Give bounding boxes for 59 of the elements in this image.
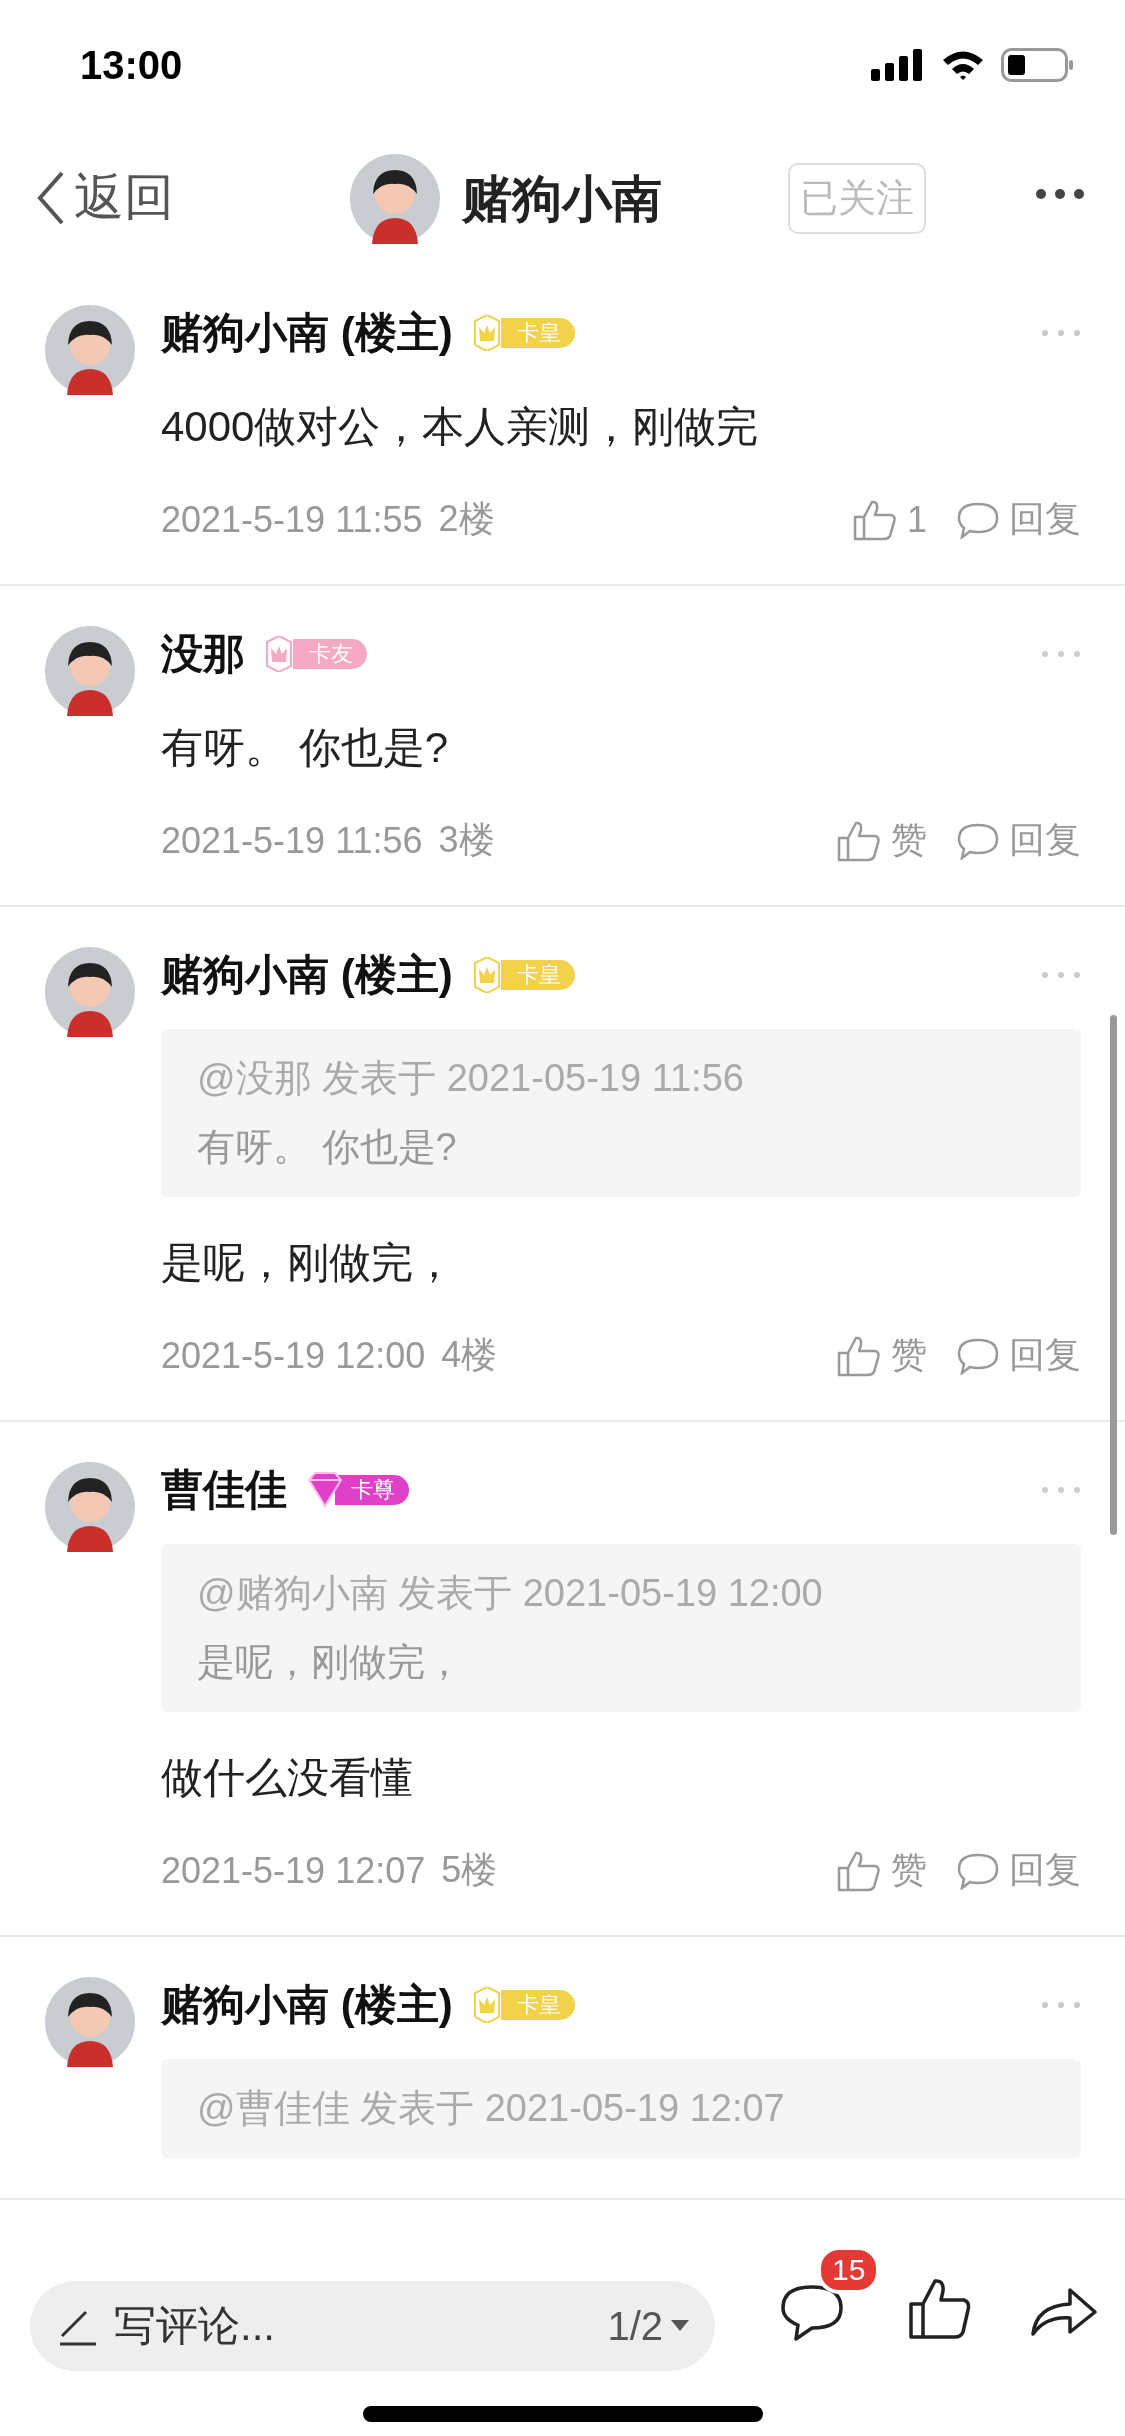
follow-button[interactable]: 已关注: [788, 163, 926, 234]
comment-text: 做什么没看懂: [161, 1753, 414, 1803]
like-button[interactable]: 赞: [837, 816, 927, 865]
quote-meta: @没那 发表于 2021-05-19 11:56: [197, 1056, 745, 1101]
share-icon[interactable]: [1030, 2286, 1098, 2338]
comment-field[interactable]: 写评论... 1/2: [30, 2281, 715, 2371]
user-name: 赌狗小南 (楼主): [161, 308, 453, 358]
avatar-icon: [45, 1977, 135, 2067]
page-selector[interactable]: 1/2: [607, 2303, 689, 2349]
avatar-icon: [45, 305, 135, 395]
back-button[interactable]: 返回: [36, 164, 174, 231]
post-time: 2021-5-19 12:07: [161, 1849, 426, 1892]
post-time: 2021-5-19 12:00: [161, 1334, 426, 1377]
caret-down-icon: [671, 2320, 689, 2332]
reply-button[interactable]: 回复: [957, 816, 1081, 865]
quote-meta: @赌狗小南 发表于 2021-05-19 12:00: [197, 1571, 824, 1616]
status-time: 13:00: [80, 42, 183, 88]
reply-button[interactable]: 回复: [957, 1846, 1081, 1895]
signal-icon: [871, 49, 925, 81]
thumbs-up-icon[interactable]: [908, 2278, 972, 2340]
floor-number: 5楼: [441, 1848, 498, 1892]
quote-text: 是呢，刚做完，: [197, 1640, 464, 1685]
user-name: 赌狗小南 (楼主): [161, 950, 453, 1000]
comment-text: 有呀。 你也是?: [161, 723, 450, 773]
reply-button[interactable]: 回复: [957, 1331, 1081, 1380]
floor-number: 3楼: [438, 818, 495, 862]
user-name: 曹佳佳: [161, 1465, 287, 1515]
speech-bubble-icon: [957, 500, 999, 539]
battery-icon: [1001, 48, 1075, 82]
like-button[interactable]: 赞: [837, 1846, 927, 1895]
thumbs-up-icon: [837, 1334, 881, 1377]
thumbs-up-icon: [837, 819, 881, 862]
comment-icon[interactable]: [780, 2284, 844, 2342]
more-icon[interactable]: [1035, 188, 1085, 200]
thumbs-up-icon: [837, 1849, 881, 1892]
quote-meta: @曹佳佳 发表于 2021-05-19 12:07: [197, 2086, 786, 2131]
avatar-icon: [45, 626, 135, 716]
user-name: 赌狗小南 (楼主): [161, 1980, 453, 2030]
quote-text: 有呀。 你也是?: [197, 1125, 458, 1170]
comment-text: 是呢，刚做完，: [161, 1238, 456, 1288]
like-button[interactable]: 赞: [837, 1331, 927, 1380]
post-time: 2021-5-19 11:55: [161, 498, 423, 541]
thumbs-up-icon: [852, 498, 897, 541]
like-button[interactable]: 1: [852, 498, 927, 541]
avatar-icon: [45, 947, 135, 1037]
user-name: 没那: [161, 629, 245, 679]
speech-bubble-icon: [957, 1336, 999, 1375]
floor-number: 4楼: [441, 1333, 498, 1377]
avatar-icon: [350, 154, 440, 244]
page-title: 赌狗小南: [462, 169, 662, 229]
comment-text: 4000做对公，本人亲测，刚做完: [161, 402, 760, 452]
reply-button[interactable]: 回复: [957, 495, 1081, 544]
avatar-icon: [45, 1462, 135, 1552]
floor-number: 2楼: [438, 497, 495, 541]
wifi-icon: [941, 49, 985, 81]
speech-bubble-icon: [957, 821, 999, 860]
post-time: 2021-5-19 11:56: [161, 819, 423, 862]
speech-bubble-icon: [957, 1851, 999, 1890]
chevron-left-icon: [36, 170, 66, 225]
